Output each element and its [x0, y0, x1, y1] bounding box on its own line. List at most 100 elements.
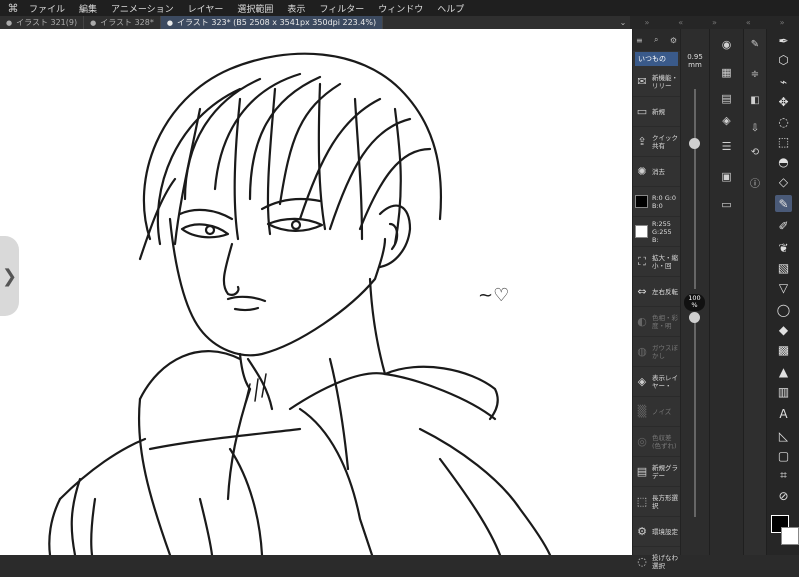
command-lasso[interactable]: ◌ 投げなわ選択 [633, 547, 680, 577]
command-hue[interactable]: ◐ 色相・彩度・明 [633, 307, 680, 337]
app-logo-icon[interactable]: ⌘ [4, 2, 22, 15]
cake-sticker-icon[interactable]: ▲ [775, 363, 792, 380]
text-tool-icon[interactable]: A [775, 405, 792, 422]
menu-lines-icon[interactable]: ≡ [636, 36, 643, 45]
command-noise[interactable]: ▒ ノイズ [633, 397, 680, 427]
flip-icon: ⇔ [637, 284, 647, 298]
modified-dot-icon: ● [90, 18, 97, 27]
brush-size-readout: 0.95 mm [681, 53, 709, 69]
history-icon[interactable]: ▣ [719, 169, 734, 184]
command-label: 色相・彩度・明 [652, 313, 678, 330]
operation-tool-icon[interactable]: ⬡ [775, 51, 792, 68]
timeline-icon[interactable]: ▭ [719, 197, 734, 212]
command-label: R:0 G:0 B:0 [652, 193, 677, 210]
correction-tool-icon[interactable]: ⊘ [775, 487, 792, 504]
tab-doc-321[interactable]: ● イラスト 321(9) [0, 16, 85, 29]
command-set-selector[interactable]: いつもの [635, 52, 678, 66]
material-icon[interactable]: ⇩ [748, 121, 762, 135]
doodle-text: ~♡ [478, 285, 509, 306]
subview-icon[interactable]: ▦ [719, 65, 734, 80]
selection-tool-icon[interactable]: ⬚ [775, 133, 792, 150]
auto-select-tool-icon[interactable]: ◓ [775, 153, 792, 170]
menu-animation[interactable]: アニメーション [104, 2, 181, 15]
command-label: 新規 [652, 107, 665, 116]
tab-doc-328[interactable]: ● イラスト 328* [84, 16, 161, 29]
pattern-tool-icon[interactable]: ▩ [775, 341, 792, 358]
command-settings[interactable]: ⚙ 環境設定 [633, 517, 680, 547]
move-tool-icon[interactable]: ✥ [775, 93, 792, 110]
figure-tool-icon[interactable]: ⌗ [775, 467, 792, 484]
pen-tool-icon[interactable]: ✒ [775, 32, 792, 49]
search-icon[interactable]: ⌕ [654, 35, 658, 45]
auto-actions-icon[interactable]: ☰ [719, 139, 734, 154]
panel-collapse-icon[interactable]: « [678, 18, 683, 27]
info-icon[interactable]: ⓘ [748, 175, 762, 190]
tab-list-chevron-icon[interactable]: ⌄ [616, 16, 630, 29]
lasso-tool-icon[interactable]: ◌ [775, 113, 792, 130]
decoration-tool-icon[interactable]: ❦ [775, 239, 792, 256]
layer-icon[interactable]: ◧ [748, 93, 762, 107]
command-new-file[interactable]: ▭ 新規 [633, 97, 680, 127]
tab-doc-323[interactable]: ● イラスト 323* (B5 2508 x 3541px 350dpi 223.… [160, 16, 384, 29]
pen-fill-icon[interactable]: ◆ [775, 321, 792, 338]
opacity-slider-knob[interactable] [689, 312, 700, 323]
panel-collapse-icon[interactable]: » [644, 18, 649, 27]
brush-icon[interactable]: ✎ [748, 37, 762, 51]
command-new-feature[interactable]: ✉ 新機能・リリー [633, 67, 680, 97]
menu-help[interactable]: ヘルプ [430, 2, 471, 15]
command-clear[interactable]: ✺ 消去 [633, 157, 680, 187]
menu-file[interactable]: ファイル [22, 2, 72, 15]
menu-filter[interactable]: フィルター [312, 2, 371, 15]
command-transform[interactable]: ⛶ 拡大・縮小・回 [633, 247, 680, 277]
hue-icon: ◐ [637, 314, 647, 328]
command-flip[interactable]: ⇔ 左右反転 [633, 277, 680, 307]
text-balloon-icon[interactable]: ◯ [775, 301, 792, 318]
frame-tool-icon[interactable]: ▢ [775, 447, 792, 464]
command-white-swatch[interactable]: R:255 G:255 B: [633, 217, 680, 247]
modified-dot-icon: ● [6, 18, 13, 27]
panel-collapse-icon[interactable]: « [746, 18, 751, 27]
command-rect-select[interactable]: ⬚ 長方形選択 [633, 487, 680, 517]
command-bar-header: ≡ ⌕ ⚙ [633, 29, 680, 51]
menu-edit[interactable]: 編集 [72, 2, 104, 15]
transform-icon: ⛶ [638, 254, 646, 268]
menu-window[interactable]: ウィンドウ [371, 2, 430, 15]
menu-view[interactable]: 表示 [280, 2, 312, 15]
brush-size-slider-knob[interactable] [689, 138, 700, 149]
layer-merge-icon: ◈ [637, 374, 647, 388]
command-bar-panel: ≡ ⌕ ⚙ いつもの ✉ 新機能・リリー ▭ 新規 ⇪ クイック共有 ✺ 消去 R:0 G:0 … [632, 29, 680, 577]
tool-settings-icon[interactable]: ≑ [748, 67, 762, 81]
command-black-swatch[interactable]: R:0 G:0 B:0 [633, 187, 680, 217]
command-share[interactable]: ⇪ クイック共有 [633, 127, 680, 157]
opacity-slider[interactable] [694, 317, 696, 517]
drawing-canvas[interactable]: ~♡ [0, 29, 632, 555]
eyedropper-tool-icon[interactable]: ⌁ [775, 73, 792, 90]
canvas-side-expand-button[interactable]: ❯ [0, 236, 19, 316]
command-blur[interactable]: ◍ ガウスぼかし [633, 337, 680, 367]
sync-icon[interactable]: ⟲ [748, 145, 762, 159]
panel-collapse-icon[interactable]: » [712, 18, 717, 27]
eraser-tool-icon[interactable]: ◇ [775, 173, 792, 190]
fill-tool-icon[interactable]: ▽ [775, 279, 792, 296]
settings-small-icon[interactable]: ⚙ [670, 36, 677, 45]
share-icon: ⇪ [637, 134, 647, 148]
gradient-tool-icon[interactable]: ▥ [775, 383, 792, 400]
navigator-icon[interactable]: ◉ [719, 37, 734, 52]
command-aberration[interactable]: ◎ 色収差(色ずれ) [633, 427, 680, 457]
sub-color-swatch[interactable] [781, 527, 799, 545]
command-label: 消去 [652, 167, 665, 176]
menu-layer[interactable]: レイヤー [181, 2, 231, 15]
command-layer-merge[interactable]: ◈ 表示レイヤー・ [633, 367, 680, 397]
layer-property-icon[interactable]: ▤ [719, 91, 734, 106]
panel-header-strip: » « » « » [630, 16, 799, 29]
aberration-icon: ◎ [637, 434, 647, 448]
command-gradient[interactable]: ▤ 新規グラデー [633, 457, 680, 487]
color-drops-icon[interactable]: ◈ [719, 113, 734, 128]
brush-size-slider[interactable] [694, 89, 696, 289]
ruler-tool-icon[interactable]: ◺ [775, 427, 792, 444]
brush-tool-icon[interactable]: ✐ [775, 217, 792, 234]
pencil-tool-icon[interactable]: ✎ [775, 195, 792, 212]
menu-selection[interactable]: 選択範囲 [230, 2, 280, 15]
blend-tool-icon[interactable]: ▧ [775, 259, 792, 276]
panel-collapse-icon[interactable]: » [780, 18, 785, 27]
